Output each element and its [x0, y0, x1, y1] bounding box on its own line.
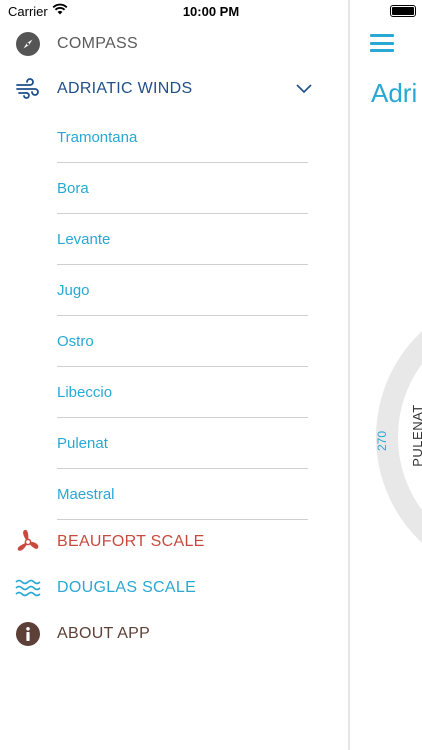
menu-label-compass: COMPASS — [57, 35, 138, 52]
menu-item-douglas-scale[interactable]: DOUGLAS SCALE — [0, 566, 340, 610]
wind-label: Maestral — [57, 485, 115, 503]
wind-label: Levante — [57, 230, 111, 248]
menu-item-about-app[interactable]: ABOUT APP — [0, 612, 340, 656]
wind-item-tramontana[interactable]: Tramontana — [57, 112, 308, 163]
wind-label: Bora — [57, 179, 89, 197]
wind-item-maestral[interactable]: Maestral — [57, 469, 308, 520]
compass-icon — [15, 31, 41, 57]
page-title: Adri — [371, 78, 418, 108]
wind-item-libeccio[interactable]: Libeccio — [57, 367, 308, 418]
wind-item-levante[interactable]: Levante — [57, 214, 308, 265]
wind-item-ostro[interactable]: Ostro — [57, 316, 308, 367]
wind-icon — [15, 76, 41, 102]
side-menu: COMPASS ADRIATIC WINDS Tramontana Bora L… — [0, 20, 348, 750]
dial-wind-label: PULENAT — [409, 404, 422, 467]
menu-item-adriatic-winds[interactable]: ADRIATIC WINDS — [0, 67, 340, 111]
wind-label: Tramontana — [57, 128, 138, 146]
wind-label: Jugo — [57, 281, 90, 299]
menu-item-beaufort-scale[interactable]: BEAUFORT SCALE — [0, 520, 340, 564]
menu-item-compass[interactable]: COMPASS — [0, 22, 340, 66]
wind-item-pulenat[interactable]: Pulenat — [57, 418, 308, 469]
propeller-icon — [15, 529, 41, 555]
chevron-down-icon[interactable] — [296, 81, 312, 99]
wind-item-jugo[interactable]: Jugo — [57, 265, 308, 316]
info-icon — [15, 621, 41, 647]
wind-item-bora[interactable]: Bora — [57, 163, 308, 214]
wind-label: Ostro — [57, 332, 94, 350]
waves-icon — [15, 575, 41, 601]
menu-label-beaufort-scale: BEAUFORT SCALE — [57, 533, 205, 550]
hamburger-menu-icon[interactable] — [370, 34, 394, 52]
app-screen: Carrier 10:00 PM COMPASS ADRIATIC WINDS … — [0, 0, 422, 750]
wind-label: Pulenat — [57, 434, 108, 452]
menu-label-about-app: ABOUT APP — [57, 625, 151, 642]
main-content-preview[interactable]: Adri 270 PULENAT — [350, 0, 422, 750]
menu-label-douglas-scale: DOUGLAS SCALE — [57, 579, 197, 596]
dial-degree-label: 270 — [375, 430, 390, 452]
wind-label: Libeccio — [57, 383, 113, 401]
menu-label-adriatic-winds: ADRIATIC WINDS — [57, 80, 193, 97]
